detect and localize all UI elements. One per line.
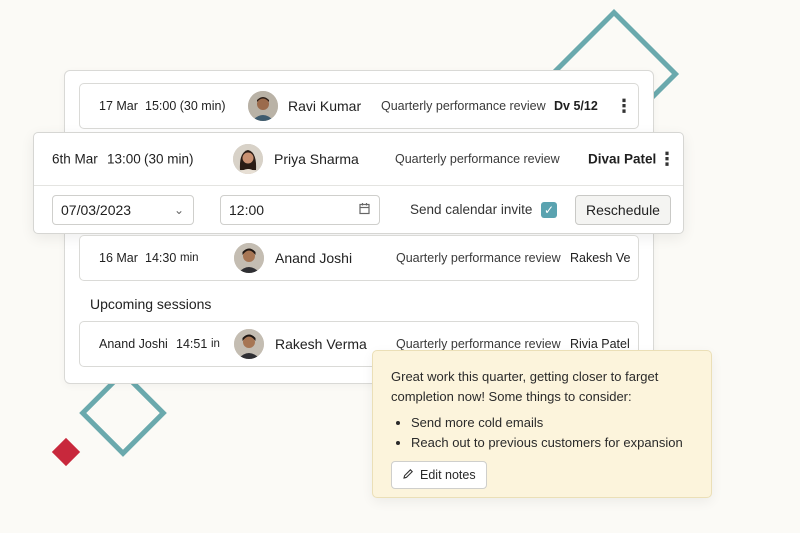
session-date: Anand Joshi	[99, 337, 168, 351]
time-input-value: 12:00	[229, 202, 265, 218]
session-date: 16 Mar	[99, 251, 138, 265]
session-date: 6th Mar	[52, 151, 98, 167]
calendar-invite-checkbox[interactable]: ✓	[541, 202, 557, 218]
session-type: Quarterly performance review	[381, 99, 546, 113]
employee-name: Ravi Kumar	[288, 98, 362, 114]
session-type: Quarterly performance review	[396, 251, 561, 265]
date-select-value: 07/03/2023	[61, 202, 132, 218]
decor-red-square	[51, 437, 81, 467]
avatar	[234, 243, 264, 273]
calendar-invite-label: Send calendar invite	[410, 202, 533, 217]
reviewer-name: Rakesh Ve	[570, 251, 631, 265]
more-vertical-icon[interactable]: ⋮	[615, 97, 633, 115]
avatar	[233, 144, 263, 174]
notes-bullet: Reach out to previous customers for expa…	[411, 433, 693, 453]
notes-list: Send more cold emails Reach out to previ…	[391, 413, 693, 453]
upcoming-sessions-heading: Upcoming sessions	[90, 296, 212, 312]
avatar	[248, 91, 278, 121]
session-duration: min	[180, 252, 199, 264]
employee-name: Rakesh Verma	[275, 336, 367, 352]
notes-bullet: Send more cold emails	[411, 413, 693, 433]
session-duration: in	[211, 338, 220, 350]
session-row-expanded[interactable]: 6th Mar 13:00 (30 min) Priya Sharma Quar…	[34, 133, 683, 186]
pencil-icon	[402, 468, 414, 483]
more-vertical-icon[interactable]: ⋮	[658, 150, 676, 168]
session-date: 17 Mar	[99, 99, 138, 113]
reviewer-name: Dv 5/12	[554, 99, 598, 113]
chevron-down-icon: ⌄	[173, 203, 184, 217]
avatar	[234, 329, 264, 359]
session-row[interactable]: 17 Mar 15:00 (30 min) Ravi Kumar Quarter…	[79, 83, 639, 129]
session-time: 13:00	[107, 151, 141, 167]
session-notes-card: Great work this quarter, getting closer …	[372, 350, 712, 498]
edit-notes-label: Edit notes	[420, 468, 476, 482]
employee-name: Anand Joshi	[275, 250, 353, 266]
session-time: 14:51	[176, 337, 208, 351]
date-select[interactable]: 07/03/2023 ⌄	[52, 195, 194, 225]
check-icon: ✓	[543, 203, 555, 217]
session-time: 15:00 (30 min)	[145, 99, 226, 113]
session-type: Quarterly performance review	[395, 152, 560, 166]
session-time: 14:30	[145, 251, 177, 265]
session-editor: 6th Mar 13:00 (30 min) Priya Sharma Quar…	[33, 132, 684, 234]
reviewer-name: Rivia Patel	[570, 337, 630, 351]
notes-text: Great work this quarter, getting closer …	[391, 369, 659, 404]
session-duration: (30 min)	[144, 151, 194, 167]
session-type: Quarterly performance review	[396, 337, 561, 351]
edit-notes-button[interactable]: Edit notes	[391, 461, 487, 489]
reviewer-name: Divaı Patel	[588, 151, 657, 167]
employee-name: Priya Sharma	[274, 151, 359, 167]
time-input[interactable]: 12:00	[220, 195, 380, 225]
calendar-icon	[359, 203, 370, 218]
reschedule-button[interactable]: Reschedule	[575, 195, 671, 225]
session-row[interactable]: 16 Mar 14:30 min Anand Joshi Quarterly p…	[79, 235, 639, 281]
